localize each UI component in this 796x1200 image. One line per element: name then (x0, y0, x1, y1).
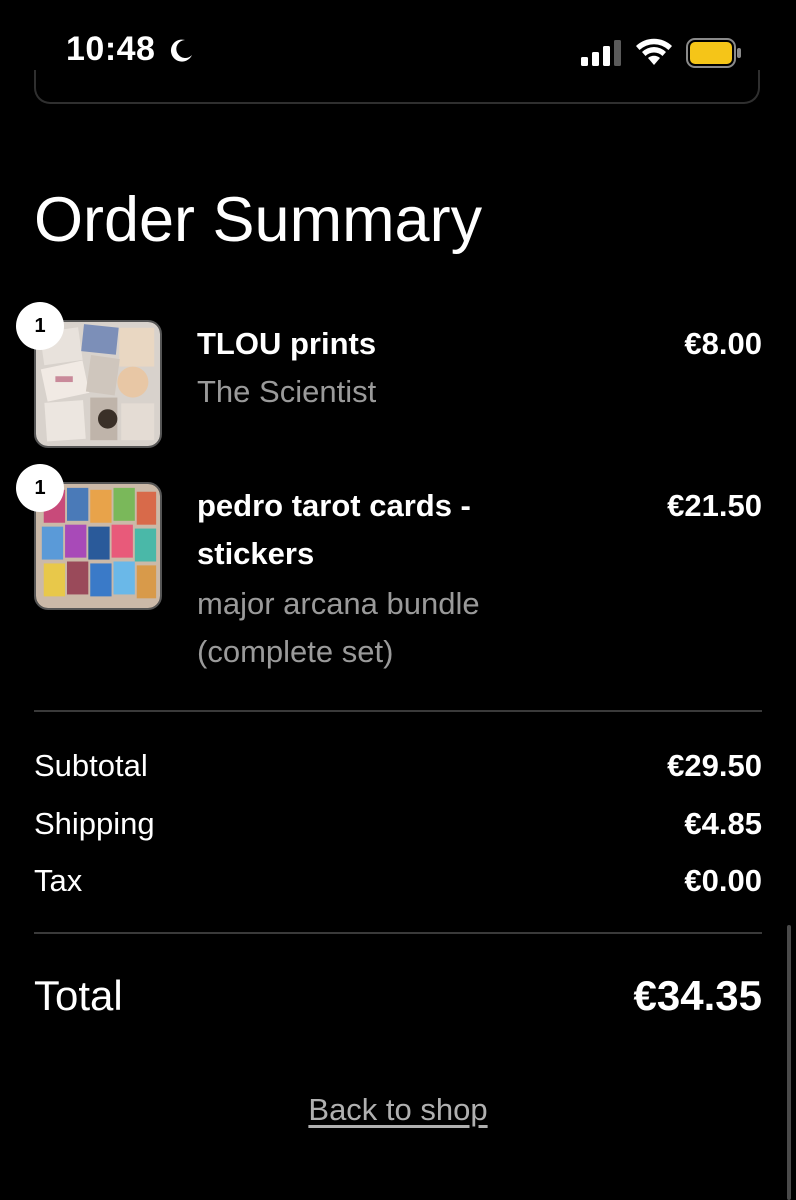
battery-icon (686, 38, 741, 68)
item-price: €8.00 (684, 326, 762, 361)
previous-card-edge (34, 70, 760, 104)
cellular-signal-icon (581, 40, 621, 66)
total-row: Total €34.35 (34, 966, 762, 1026)
line-item: 1 pedro tarot cards - stickers major arc… (16, 464, 762, 682)
item-price: €21.50 (667, 488, 762, 523)
shipping-label: Shipping (34, 806, 155, 841)
divider (34, 710, 762, 712)
line-item: 1 TLOU prints The Scientist €8.00 (16, 302, 762, 450)
total-label: Total (34, 972, 123, 1019)
wifi-icon (636, 38, 672, 65)
tax-label: Tax (34, 863, 83, 898)
back-to-shop-link[interactable]: Back to shop (0, 1088, 796, 1132)
subtotal-value: €29.50 (667, 748, 762, 783)
scrollbar-thumb[interactable] (787, 925, 791, 1200)
quantity-badge: 1 (16, 464, 64, 512)
moon-icon (170, 39, 192, 62)
tax-value: €0.00 (684, 863, 762, 898)
shipping-row: Shipping €4.85 (34, 800, 762, 848)
item-name: TLOU prints (197, 326, 377, 361)
tax-row: Tax €0.00 (34, 857, 762, 905)
page-title: Order Summary (34, 185, 483, 255)
item-variant: major arcana bundle (complete set) (197, 586, 480, 669)
subtotal-row: Subtotal €29.50 (34, 742, 762, 790)
item-variant: The Scientist (197, 374, 377, 409)
subtotal-label: Subtotal (34, 748, 148, 783)
status-time: 10:48 (66, 30, 156, 68)
total-value: €34.35 (633, 972, 762, 1019)
quantity-badge: 1 (16, 302, 64, 350)
product-thumbnail-wrap: 1 (16, 464, 164, 612)
shipping-value: €4.85 (684, 806, 762, 841)
item-name: pedro tarot cards - stickers (197, 488, 471, 571)
product-thumbnail-wrap: 1 (16, 302, 164, 450)
divider (34, 932, 762, 934)
